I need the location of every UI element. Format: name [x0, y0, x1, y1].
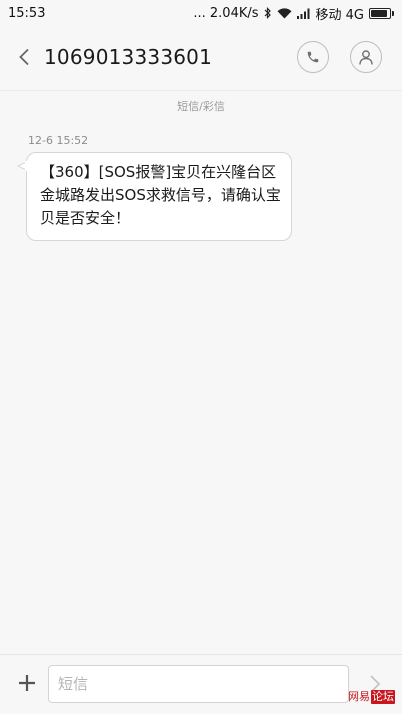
message-timestamp: 12-6 15:52 [28, 134, 89, 147]
contact-info-button[interactable] [350, 41, 382, 73]
chevron-left-icon [19, 48, 29, 66]
header-divider [0, 90, 402, 91]
status-time: 15:53 [8, 5, 46, 21]
conversation-header: 1069013333601 [0, 26, 402, 88]
watermark-part1: 网易 [348, 690, 370, 703]
bubble-tail-cover [25, 161, 28, 171]
status-bar: 15:53 ... 2.04K/s 移动 4G [0, 0, 402, 26]
network-speed: ... 2.04K/s [193, 5, 259, 21]
battery-fill [371, 9, 388, 17]
bluetooth-icon [264, 7, 272, 19]
phone-icon [307, 51, 319, 63]
plus-icon [19, 675, 35, 691]
message-bubble[interactable]: 【360】[SOS报警]宝贝在兴隆台区金城路发出SOS求救信号，请确认宝贝是否安… [26, 152, 292, 241]
back-button[interactable] [4, 26, 44, 88]
signal-icon [296, 8, 311, 19]
message-text: 【360】[SOS报警]宝贝在兴隆台区金城路发出SOS求救信号，请确认宝贝是否安… [40, 163, 281, 227]
message-input[interactable] [48, 665, 349, 703]
message-type-label: 短信/彩信 [177, 100, 225, 113]
wifi-icon [277, 7, 292, 19]
call-button[interactable] [297, 41, 329, 73]
carrier-label: 移动 4G [315, 7, 364, 23]
battery-icon [369, 7, 394, 19]
watermark-logo: 网易 论坛 [347, 690, 395, 704]
watermark-part2: 论坛 [371, 690, 395, 704]
input-bar [0, 654, 402, 714]
contact-number: 1069013333601 [44, 45, 213, 69]
person-icon [359, 49, 373, 65]
add-attachment-button[interactable] [14, 670, 40, 696]
